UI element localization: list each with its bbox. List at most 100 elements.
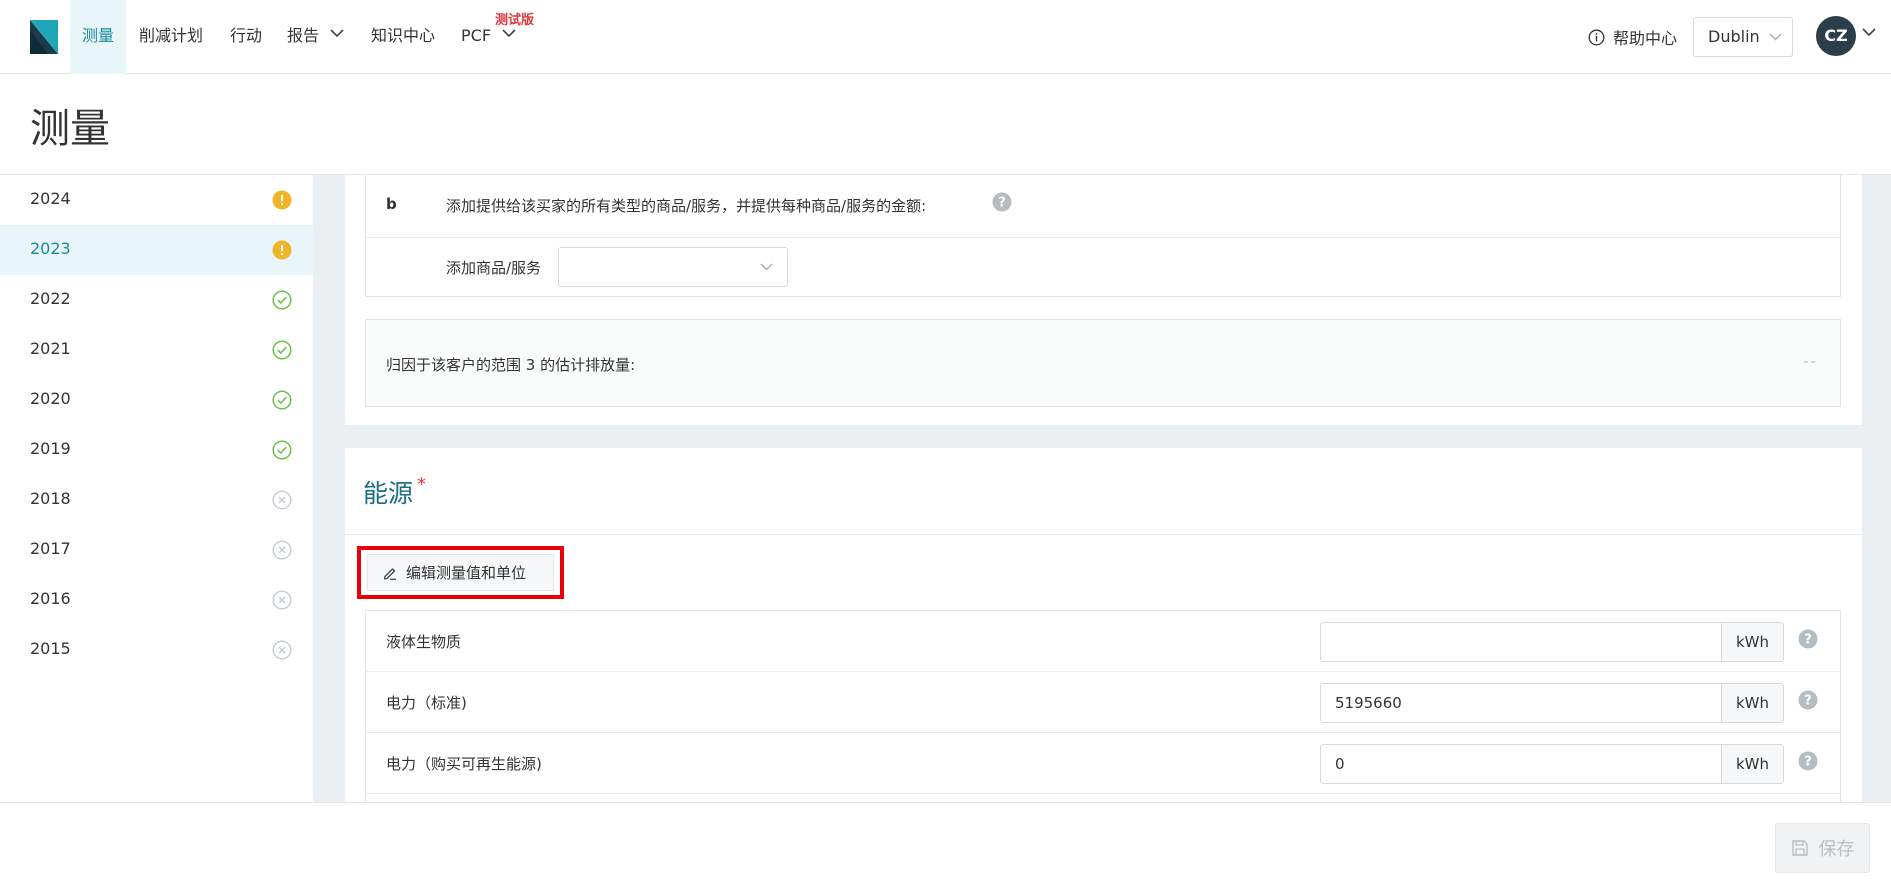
brand-logo-icon[interactable] (30, 20, 58, 54)
input-value: 5195660 (1335, 694, 1402, 712)
user-avatar[interactable]: CZ (1816, 16, 1856, 56)
nav-tab-label: 行动 (230, 26, 263, 45)
energy-row-liquid-biomass: 液体生物质 kWh ? (366, 611, 1840, 672)
x-circle-icon (272, 590, 292, 610)
energy-card: 能源 * 编辑测量值和单位 液体生物质 kWh ? 电力（标准) 5195660 … (345, 448, 1862, 802)
sidebar-year-2021[interactable]: 2021 (0, 325, 313, 375)
svg-text:?: ? (1804, 694, 1812, 709)
check-circle-icon (272, 290, 292, 310)
check-circle-icon (272, 340, 292, 360)
nav-tab-knowledge-center[interactable]: 知识中心 (371, 0, 435, 74)
help-icon[interactable]: ? (1798, 751, 1818, 771)
year-label: 2024 (30, 189, 71, 208)
nav-tab-actions[interactable]: 行动 (230, 0, 262, 74)
energy-row-electricity-renewable: 电力（购买可再生能源) 0 kWh ? (366, 733, 1840, 794)
help-center-link[interactable]: 帮助中心 (1588, 25, 1677, 49)
page-title: 测量 (30, 106, 110, 152)
footer-bar: 保存 (0, 802, 1891, 892)
edit-measurements-label: 编辑测量值和单位 (406, 564, 527, 582)
year-label: 2019 (30, 439, 71, 458)
save-icon (1791, 840, 1808, 856)
chevron-down-icon[interactable] (1862, 28, 1876, 37)
divider (366, 237, 1840, 238)
sidebar-year-2022[interactable]: 2022 (0, 275, 313, 325)
liquid-biomass-input[interactable] (1320, 622, 1722, 662)
unit-label: kWh (1722, 744, 1784, 784)
check-circle-icon (272, 440, 292, 460)
nav-tab-label: 知识中心 (371, 26, 436, 45)
save-button[interactable]: 保存 (1775, 823, 1870, 873)
sidebar-year-2016[interactable]: 2016 (0, 575, 313, 625)
year-label: 2023 (30, 239, 71, 258)
electricity-renewable-input[interactable]: 0 (1320, 744, 1722, 784)
sidebar-year-2018[interactable]: 2018 (0, 475, 313, 525)
beta-badge: 测试版 (495, 13, 535, 28)
info-icon (1588, 29, 1605, 45)
year-label: 2015 (30, 639, 71, 658)
city-select[interactable]: Dublin (1693, 17, 1793, 57)
chevron-down-icon (1769, 33, 1782, 41)
nav-tab-label: PCF (461, 26, 492, 45)
help-icon[interactable]: ? (1798, 629, 1818, 649)
add-goods-select[interactable] (558, 247, 788, 287)
warning-icon (272, 240, 292, 260)
avatar-initials: CZ (1824, 26, 1848, 45)
help-icon[interactable]: ? (992, 192, 1012, 212)
sidebar-year-2015[interactable]: 2015 (0, 625, 313, 675)
svg-text:?: ? (1804, 755, 1812, 770)
input-value: 0 (1335, 755, 1345, 773)
x-circle-icon (272, 640, 292, 660)
edit-measurements-button[interactable]: 编辑测量值和单位 (367, 554, 554, 591)
energy-title-text: 能源 (363, 479, 414, 508)
year-label: 2016 (30, 589, 71, 608)
goods-question-box: b 添加提供给该买家的所有类型的商品/服务，并提供每种商品/服务的金额: ? 添… (365, 175, 1841, 297)
sidebar-year-2024[interactable]: 2024 (0, 175, 313, 225)
help-center-label: 帮助中心 (1613, 29, 1678, 48)
buyer-goods-card: b 添加提供给该买家的所有类型的商品/服务，并提供每种商品/服务的金额: ? 添… (345, 175, 1862, 425)
nav-tab-reduction-plan[interactable]: 削减计划 (139, 0, 203, 74)
help-icon[interactable]: ? (1798, 690, 1818, 710)
estimated-emissions-box: 归因于该客户的范围 3 的估计排放量: -- (365, 319, 1841, 407)
nav-tab-reports[interactable]: 报告 (287, 0, 344, 74)
electricity-standard-input[interactable]: 5195660 (1320, 683, 1722, 723)
sidebar-year-2017[interactable]: 2017 (0, 525, 313, 575)
nav-tab-label: 测量 (82, 26, 115, 45)
nav-tab-label: 削减计划 (139, 26, 204, 45)
warning-icon (272, 190, 292, 210)
question-letter: b (386, 195, 397, 213)
estimated-emissions-label: 归因于该客户的范围 3 的估计排放量: (386, 356, 636, 374)
energy-row-label: 液体生物质 (386, 633, 462, 651)
energy-row-label: 电力（标准) (386, 694, 467, 712)
chevron-down-icon (760, 263, 773, 271)
year-label: 2021 (30, 339, 71, 358)
unit-label: kWh (1722, 622, 1784, 662)
nav-tab-label: 报告 (287, 26, 320, 45)
energy-section-title: 能源 * (363, 474, 426, 510)
pencil-icon (383, 567, 396, 580)
required-mark: * (417, 474, 427, 495)
year-label: 2017 (30, 539, 71, 558)
estimated-emissions-value: -- (1803, 352, 1818, 370)
x-circle-icon (272, 490, 292, 510)
energy-row-label: 电力（购买可再生能源) (386, 755, 542, 773)
sidebar-year-2019[interactable]: 2019 (0, 425, 313, 475)
question-text: 添加提供给该买家的所有类型的商品/服务，并提供每种商品/服务的金额: (446, 197, 927, 215)
x-circle-icon (272, 540, 292, 560)
sidebar-year-2023[interactable]: 2023 (0, 225, 313, 275)
save-label: 保存 (1818, 839, 1855, 860)
energy-table: 液体生物质 kWh ? 电力（标准) 5195660 kWh ? 电力（购买可再… (365, 610, 1841, 802)
nav-tab-measure[interactable]: 测量 (70, 0, 127, 74)
add-goods-label: 添加商品/服务 (446, 259, 542, 277)
unit-label: kWh (1722, 683, 1784, 723)
year-label: 2022 (30, 289, 71, 308)
divider (345, 534, 1862, 535)
chevron-down-icon (330, 29, 344, 38)
svg-text:?: ? (1804, 633, 1812, 648)
chevron-down-icon (502, 29, 516, 38)
check-circle-icon (272, 390, 292, 410)
year-sidebar: 2024 2023 2022 2021 2020 2019 2018 2017 … (0, 175, 313, 802)
city-select-value: Dublin (1708, 27, 1760, 46)
top-navigation: 测量 削减计划 行动 报告 知识中心 PCF 测试版 帮助中心 Dublin C… (0, 0, 1891, 74)
main-content: b 添加提供给该买家的所有类型的商品/服务，并提供每种商品/服务的金额: ? 添… (313, 175, 1891, 802)
sidebar-year-2020[interactable]: 2020 (0, 375, 313, 425)
